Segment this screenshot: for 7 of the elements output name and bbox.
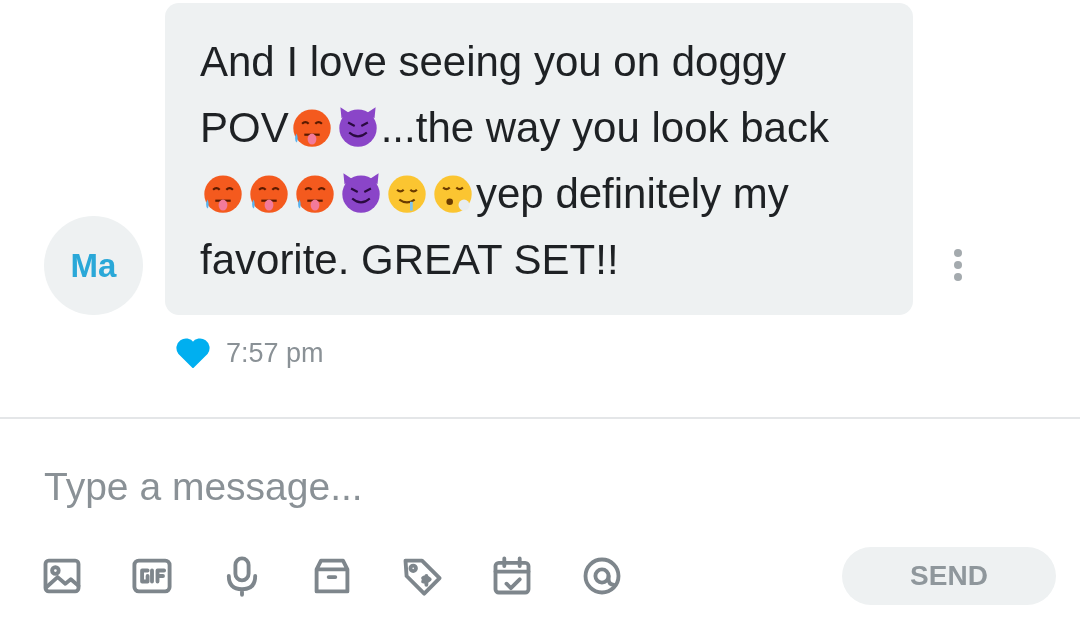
avatar[interactable]: Ma [44, 216, 143, 315]
devil-face-emoji [339, 171, 383, 215]
more-options-icon[interactable] [953, 248, 963, 282]
message-input[interactable]: Type a message... [0, 419, 888, 517]
message-time: 7:57 pm [226, 337, 324, 369]
heart-icon[interactable] [176, 338, 210, 368]
message-text: And I love seeing you on doggy POV ...the way you look back yep definitely my favorite. GREAT SET!! [200, 37, 830, 285]
